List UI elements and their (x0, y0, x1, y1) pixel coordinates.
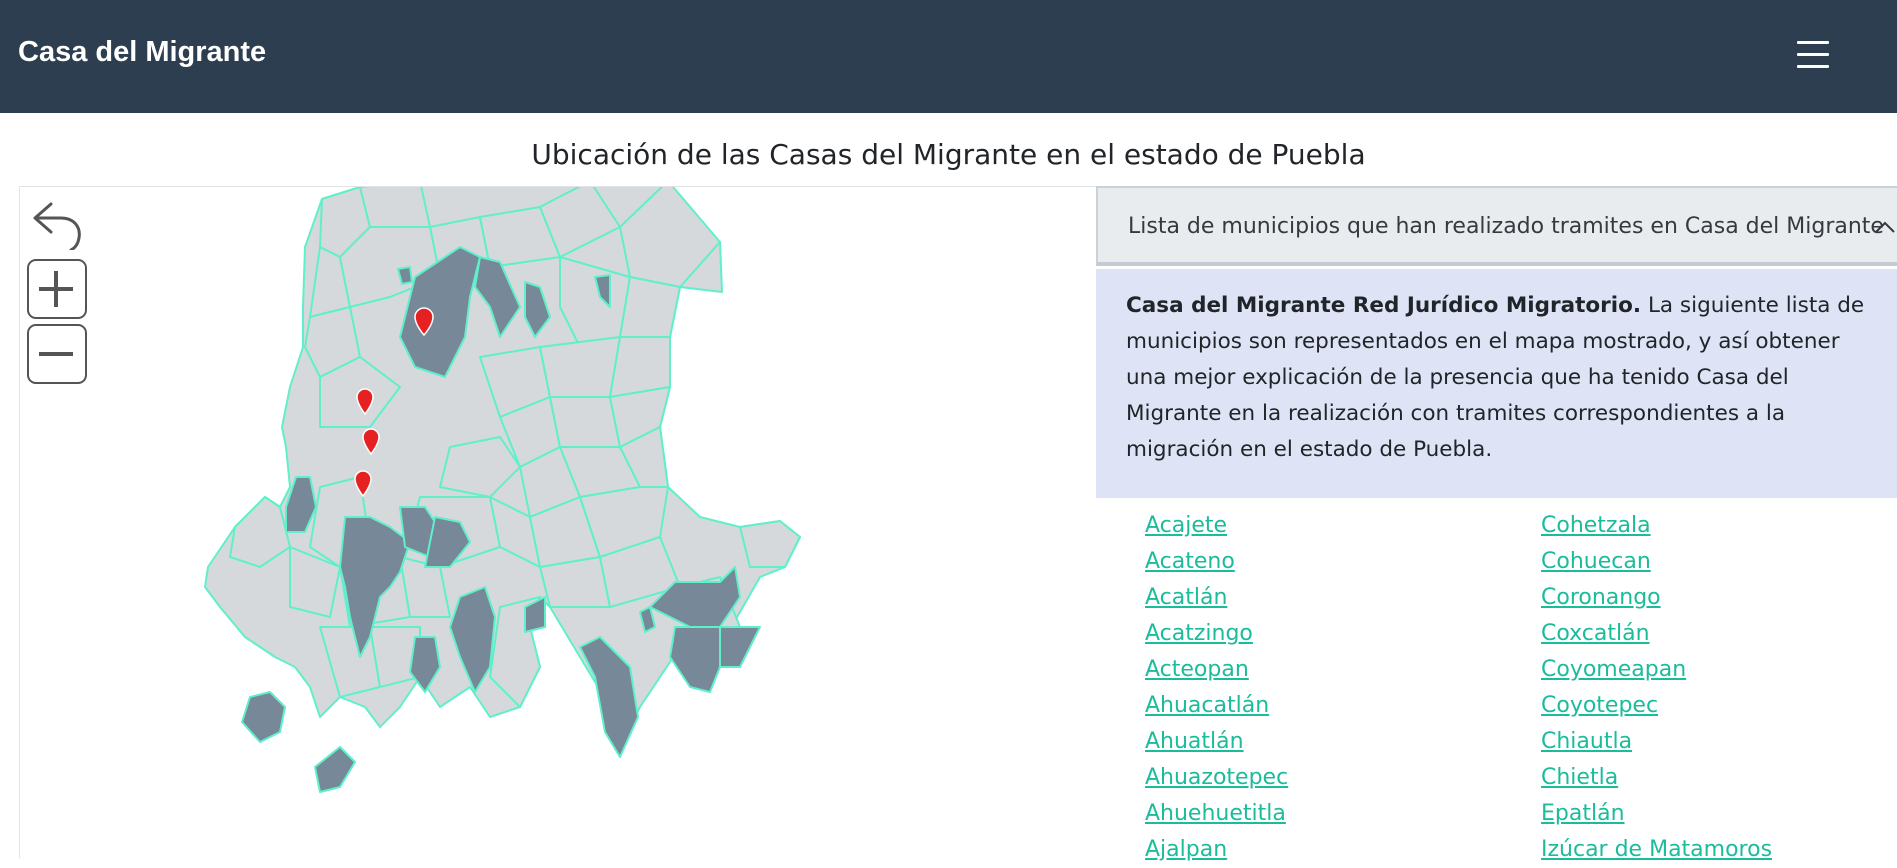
municipio-link[interactable]: Ajalpan (1145, 832, 1288, 868)
municipio-link[interactable]: Coxcatlán (1541, 616, 1772, 652)
municipio-link[interactable]: Acateno (1145, 544, 1288, 580)
municipio-link[interactable]: Acatlán (1145, 580, 1288, 616)
municipios-panel: Lista de municipios que han realizado tr… (1096, 186, 1897, 862)
municipio-link[interactable]: Coyotepec (1541, 688, 1772, 724)
highlighted-municipality (314, 746, 356, 793)
highlighted-municipality (241, 691, 286, 743)
puebla-map[interactable] (20, 187, 1100, 858)
municipio-link[interactable]: Chiautla (1541, 724, 1772, 760)
municipio-link[interactable]: Ahuacatlán (1145, 688, 1288, 724)
accordion-header[interactable]: Lista de municipios que han realizado tr… (1096, 186, 1897, 266)
municipio-link[interactable]: Acajete (1145, 508, 1288, 544)
map-panel (19, 186, 1100, 858)
municipio-link[interactable]: Chietla (1541, 760, 1772, 796)
brand-title[interactable]: Casa del Migrante (18, 36, 266, 69)
municipio-link[interactable]: Epatlán (1541, 796, 1772, 832)
chevron-up-icon[interactable] (1874, 220, 1896, 234)
municipio-link[interactable]: Cohuecan (1541, 544, 1772, 580)
municipio-link[interactable]: Cohetzala (1541, 508, 1772, 544)
back-arrow-icon[interactable] (27, 194, 83, 250)
accordion-title: Lista de municipios que han realizado tr… (1128, 214, 1884, 239)
municipio-link[interactable]: Coyomeapan (1541, 652, 1772, 688)
page-title: Ubicación de las Casas del Migrante en e… (531, 138, 1366, 171)
municipios-column-2: Cohetzala Cohuecan Coronango Coxcatlán C… (1541, 508, 1772, 868)
intro-text: La siguiente lista de municipios son rep… (1126, 293, 1865, 462)
municipios-list: Acajete Acateno Acatlán Acatzingo Acteop… (1096, 498, 1897, 862)
highlighted-municipality (719, 626, 761, 668)
navbar: Casa del Migrante (0, 0, 1897, 113)
municipio-link[interactable]: Ahuehuetitla (1145, 796, 1288, 832)
intro-bold: Casa del Migrante Red Jurídico Migratori… (1126, 293, 1642, 318)
hamburger-icon[interactable] (1790, 32, 1836, 78)
municipio-link[interactable]: Ahuatlán (1145, 724, 1288, 760)
municipio-link[interactable]: Coronango (1541, 580, 1772, 616)
municipio-link[interactable]: Acteopan (1145, 652, 1288, 688)
municipio-link[interactable]: Ahuazotepec (1145, 760, 1288, 796)
municipios-column-1: Acajete Acateno Acatlán Acatzingo Acteop… (1145, 508, 1288, 868)
highlighted-municipality (669, 626, 721, 693)
zoom-in-icon[interactable] (27, 259, 87, 319)
municipio-link[interactable]: Izúcar de Matamoros (1541, 832, 1772, 868)
zoom-out-icon[interactable] (27, 324, 87, 384)
municipio-link[interactable]: Acatzingo (1145, 616, 1288, 652)
